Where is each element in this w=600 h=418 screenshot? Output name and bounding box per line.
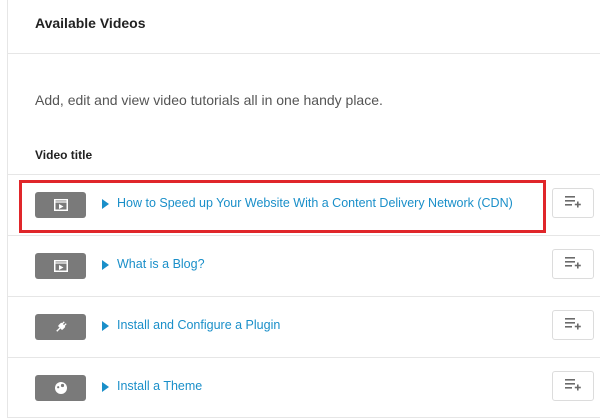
- video-icon: [53, 199, 68, 211]
- playlist-add-icon: [564, 255, 582, 274]
- plug-icon: [54, 320, 68, 334]
- playlist-add-icon: [564, 377, 582, 396]
- play-triangle-icon[interactable]: [102, 321, 109, 331]
- playlist-add-icon: [564, 316, 582, 335]
- video-row: Install a Theme: [8, 357, 600, 418]
- video-row: Install and Configure a Plugin: [8, 296, 600, 357]
- palette-icon: [54, 381, 68, 395]
- add-to-playlist-button[interactable]: [552, 310, 594, 340]
- video-list: How to Speed up Your Website With a Cont…: [8, 174, 600, 418]
- play-triangle-icon[interactable]: [102, 382, 109, 392]
- video-title-link[interactable]: Install a Theme: [117, 379, 202, 393]
- panel-description: Add, edit and view video tutorials all i…: [35, 92, 383, 108]
- video-thumbnail[interactable]: [35, 253, 86, 279]
- play-triangle-icon[interactable]: [102, 260, 109, 270]
- video-row: How to Speed up Your Website With a Cont…: [8, 174, 600, 235]
- add-to-playlist-button[interactable]: [552, 249, 594, 279]
- video-thumbnail[interactable]: [35, 192, 86, 218]
- column-header-video-title: Video title: [35, 148, 93, 162]
- video-title-link[interactable]: Install and Configure a Plugin: [117, 318, 280, 332]
- available-videos-panel: Available Videos Add, edit and view vide…: [7, 0, 600, 418]
- video-thumbnail[interactable]: [35, 375, 86, 401]
- video-title-link[interactable]: How to Speed up Your Website With a Cont…: [117, 196, 513, 210]
- add-to-playlist-button[interactable]: [552, 371, 594, 401]
- panel-header: Available Videos: [8, 0, 600, 54]
- play-triangle-icon[interactable]: [102, 199, 109, 209]
- video-row: What is a Blog?: [8, 235, 600, 296]
- video-title-link[interactable]: What is a Blog?: [117, 257, 205, 271]
- video-icon: [53, 260, 68, 272]
- add-to-playlist-button[interactable]: [552, 188, 594, 218]
- video-thumbnail[interactable]: [35, 314, 86, 340]
- playlist-add-icon: [564, 194, 582, 213]
- panel-title: Available Videos: [35, 15, 146, 31]
